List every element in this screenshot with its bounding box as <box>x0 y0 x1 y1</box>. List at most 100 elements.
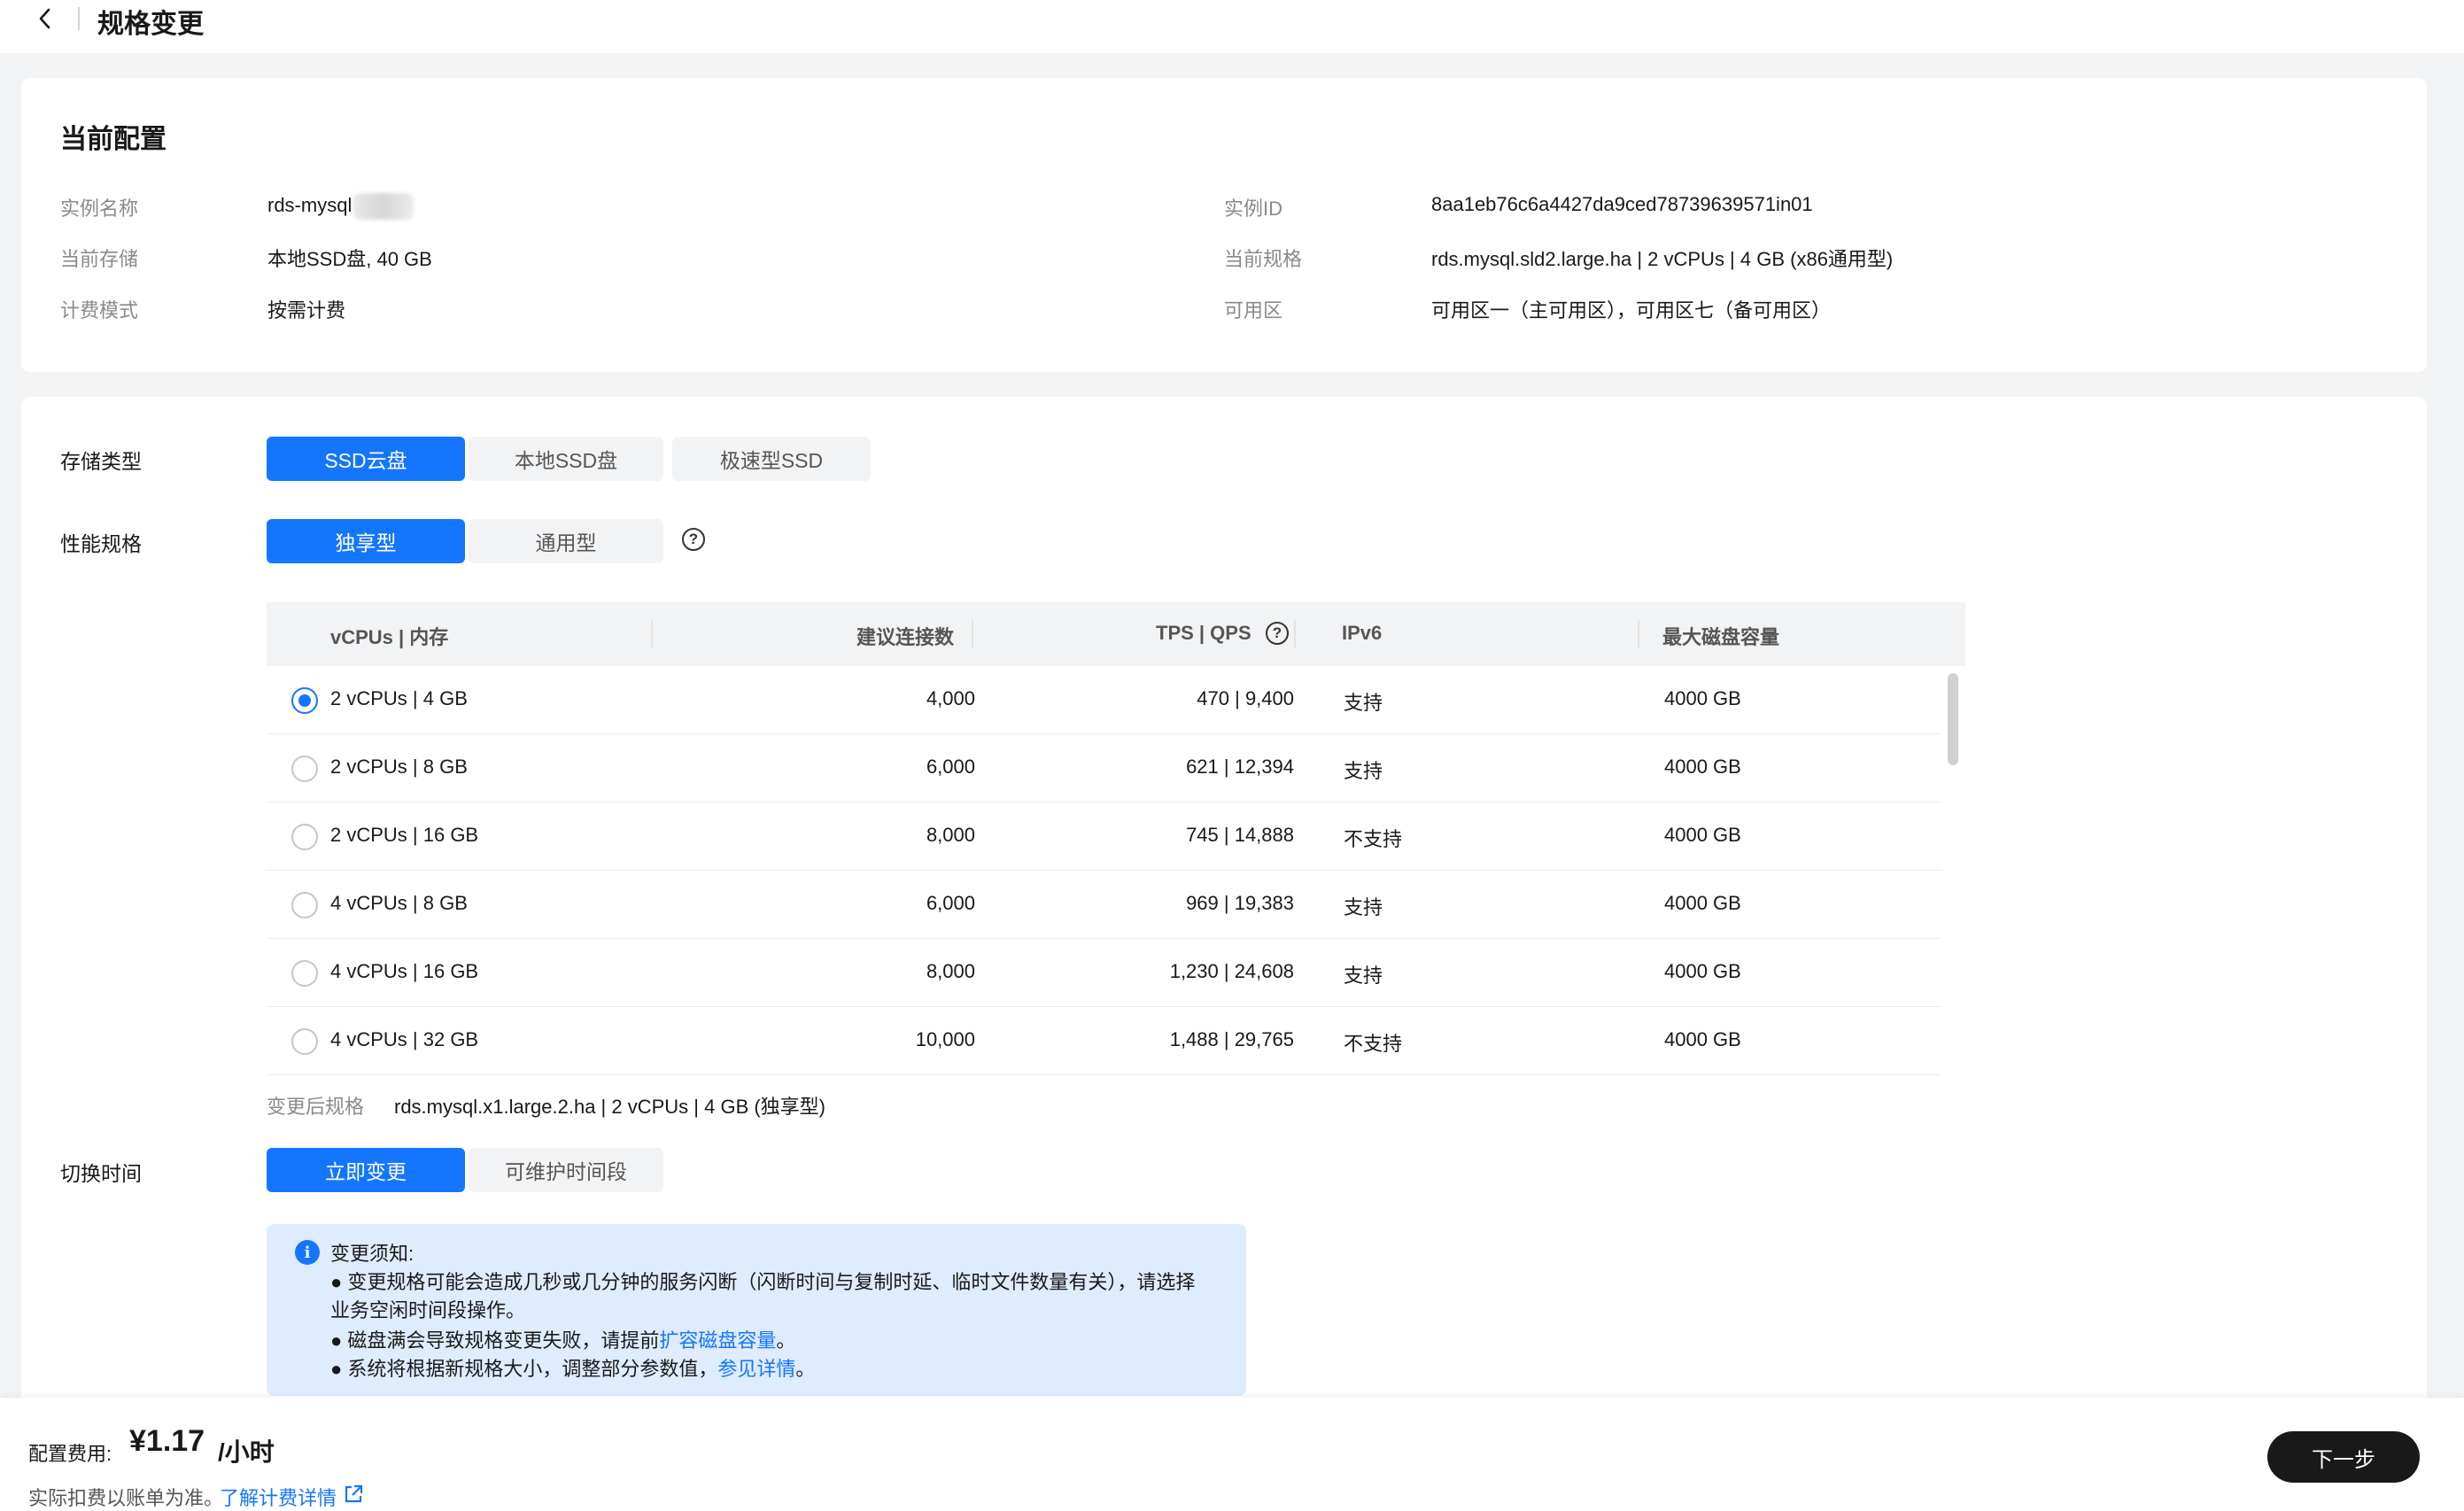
notice-line-1: ● 变更规格可能会造成几秒或几分钟的服务闪断（闪断时间与复制时延、临时文件数量有… <box>330 1271 1196 1293</box>
instance-name-text: rds-mysql <box>267 193 353 216</box>
header-tps-qps: TPS | QPS <box>1156 622 1251 644</box>
table-row[interactable]: 2 vCPUs | 8 GB 6,000 621 | 12,394 支持 400… <box>267 734 1941 802</box>
billing-details-link[interactable]: 了解计费详情 <box>220 1483 337 1511</box>
cell-max-disk: 4000 GB <box>1664 756 1741 778</box>
info-icon: i <box>295 1240 320 1265</box>
fee-amount: ¥1.17 <box>129 1424 205 1458</box>
table-scrollbar[interactable] <box>1948 673 1958 765</box>
cell-tps-qps: 1,230 | 24,608 <box>1169 960 1294 982</box>
expand-disk-link[interactable]: 扩容磁盘容量 <box>659 1329 776 1352</box>
storage-type-label: 存储类型 <box>60 450 142 473</box>
cell-max-disk: 4000 GB <box>1664 687 1741 709</box>
performance-help-icon[interactable]: ? <box>682 528 705 551</box>
cell-tps-qps: 470 | 9,400 <box>1197 687 1294 709</box>
instance-id-label: 实例ID <box>1224 198 1283 220</box>
cell-spec: 4 vCPUs | 32 GB <box>330 1028 479 1050</box>
fee-note: 实际扣费以账单为准。 <box>28 1487 224 1509</box>
perf-option-general[interactable]: 通用型 <box>469 519 663 563</box>
cell-connections: 10,000 <box>915 1028 975 1050</box>
cell-tps-qps: 745 | 14,888 <box>1186 824 1294 846</box>
cell-ipv6: 不支持 <box>1344 1033 1403 1055</box>
tps-help-icon[interactable]: ? <box>1266 622 1289 645</box>
notice-line-1b: 业务空闲时间段操作。 <box>330 1299 526 1321</box>
back-arrow-icon[interactable] <box>32 5 58 32</box>
cell-connections: 8,000 <box>926 824 975 846</box>
perf-option-dedicated[interactable]: 独享型 <box>267 519 465 563</box>
row-radio-selected[interactable] <box>291 687 318 714</box>
cell-connections: 6,000 <box>926 892 975 914</box>
cell-tps-qps: 1,488 | 29,765 <box>1169 1028 1294 1050</box>
header-divider <box>972 620 973 648</box>
table-row[interactable]: 2 vCPUs | 4 GB 4,000 470 | 9,400 支持 4000… <box>267 666 1941 734</box>
billing-mode-value: 按需计费 <box>267 299 346 322</box>
title-divider <box>78 7 80 30</box>
after-spec-value: rds.mysql.x1.large.2.ha | 2 vCPUs | 4 GB… <box>394 1096 826 1118</box>
spec-change-card: 存储类型 SSD云盘 本地SSD盘 极速型SSD 性能规格 独享型 通用型 ? … <box>21 397 2427 1511</box>
fee-unit: /小时 <box>218 1438 275 1466</box>
cell-max-disk: 4000 GB <box>1664 960 1741 982</box>
row-radio[interactable] <box>291 892 318 918</box>
footer-bar: 配置费用: ¥1.17 /小时 实际扣费以账单为准。 了解计费详情 下一步 <box>0 1398 2464 1511</box>
cell-tps-qps: 969 | 19,383 <box>1186 892 1294 914</box>
notice-title: 变更须知: <box>330 1243 415 1265</box>
notice-line-2-end: 。 <box>776 1329 796 1352</box>
see-details-link[interactable]: 参见详情 <box>717 1358 795 1380</box>
row-radio[interactable] <box>291 1028 318 1055</box>
header-divider <box>651 620 653 648</box>
availability-zone-label: 可用区 <box>1224 299 1283 322</box>
current-storage-label: 当前存储 <box>60 248 139 270</box>
external-link-icon[interactable] <box>342 1483 365 1506</box>
cell-ipv6: 支持 <box>1344 692 1383 714</box>
cell-spec: 2 vCPUs | 16 GB <box>330 824 479 846</box>
row-radio[interactable] <box>291 824 318 850</box>
cell-ipv6: 支持 <box>1344 896 1383 918</box>
top-bar: 规格变更 <box>0 0 2464 53</box>
table-row[interactable]: 4 vCPUs | 32 GB 10,000 1,488 | 29,765 不支… <box>267 1007 1941 1075</box>
after-spec-label: 变更后规格 <box>267 1096 365 1118</box>
header-ipv6: IPv6 <box>1342 622 1383 644</box>
spec-table: vCPUs | 内存 建议连接数 TPS | QPS ? IPv6 最大磁盘容量… <box>267 602 1965 1075</box>
header-divider <box>1294 620 1296 648</box>
storage-option-local-ssd[interactable]: 本地SSD盘 <box>469 437 663 481</box>
storage-option-extreme-ssd[interactable]: 极速型SSD <box>672 437 871 481</box>
fee-label: 配置费用: <box>28 1443 112 1465</box>
storage-option-ssd-cloud[interactable]: SSD云盘 <box>267 437 465 481</box>
header-connections: 建议连接数 <box>856 626 955 648</box>
cell-max-disk: 4000 GB <box>1664 1028 1741 1050</box>
performance-label: 性能规格 <box>60 532 142 555</box>
instance-name-value: rds-mysql <box>267 193 415 220</box>
notice-line-2-text: ● 磁盘满会导致规格变更失败，请提前 <box>330 1329 660 1352</box>
current-spec-label: 当前规格 <box>1224 248 1303 270</box>
cell-spec: 4 vCPUs | 8 GB <box>330 892 468 914</box>
redacted-blur <box>353 193 415 220</box>
cell-connections: 4,000 <box>926 687 975 709</box>
cell-ipv6: 不支持 <box>1344 828 1403 850</box>
change-notice: i 变更须知: ● 变更规格可能会造成几秒或几分钟的服务闪断（闪断时间与复制时延… <box>267 1224 1246 1396</box>
header-divider <box>1638 620 1639 648</box>
cell-spec: 4 vCPUs | 16 GB <box>330 960 479 982</box>
switch-option-maintenance-window[interactable]: 可维护时间段 <box>469 1148 663 1192</box>
notice-line-3-text: ● 系统将根据新规格大小，调整部分参数值， <box>330 1358 718 1380</box>
table-row[interactable]: 4 vCPUs | 8 GB 6,000 969 | 19,383 支持 400… <box>267 871 1941 939</box>
billing-mode-label: 计费模式 <box>60 299 139 322</box>
cell-connections: 8,000 <box>926 960 975 982</box>
cell-max-disk: 4000 GB <box>1664 892 1741 914</box>
current-config-card: 当前配置 实例名称 rds-mysql 当前存储 本地SSD盘, 40 GB 计… <box>21 78 2427 372</box>
notice-line-3-end: 。 <box>795 1358 816 1380</box>
switch-option-immediate[interactable]: 立即变更 <box>267 1148 465 1192</box>
row-radio[interactable] <box>291 960 318 987</box>
header-max-disk: 最大磁盘容量 <box>1662 626 1780 648</box>
instance-id-value: 8aa1eb76c6a4427da9ced78739639571in01 <box>1431 193 1813 215</box>
notice-line-3: ● 系统将根据新规格大小，调整部分参数值，参见详情。 <box>330 1353 815 1382</box>
cell-spec: 2 vCPUs | 4 GB <box>330 687 468 709</box>
cell-ipv6: 支持 <box>1344 760 1383 782</box>
table-row[interactable]: 2 vCPUs | 16 GB 8,000 745 | 14,888 不支持 4… <box>267 802 1941 871</box>
cell-ipv6: 支持 <box>1344 965 1383 987</box>
cell-connections: 6,000 <box>926 756 975 778</box>
row-radio[interactable] <box>291 756 318 782</box>
availability-zone-value: 可用区一（主可用区），可用区七（备可用区） <box>1431 299 1832 322</box>
next-step-button[interactable]: 下一步 <box>2267 1431 2420 1483</box>
table-row[interactable]: 4 vCPUs | 16 GB 8,000 1,230 | 24,608 支持 … <box>267 939 1941 1007</box>
instance-name-label: 实例名称 <box>60 198 139 220</box>
cell-max-disk: 4000 GB <box>1664 824 1741 846</box>
